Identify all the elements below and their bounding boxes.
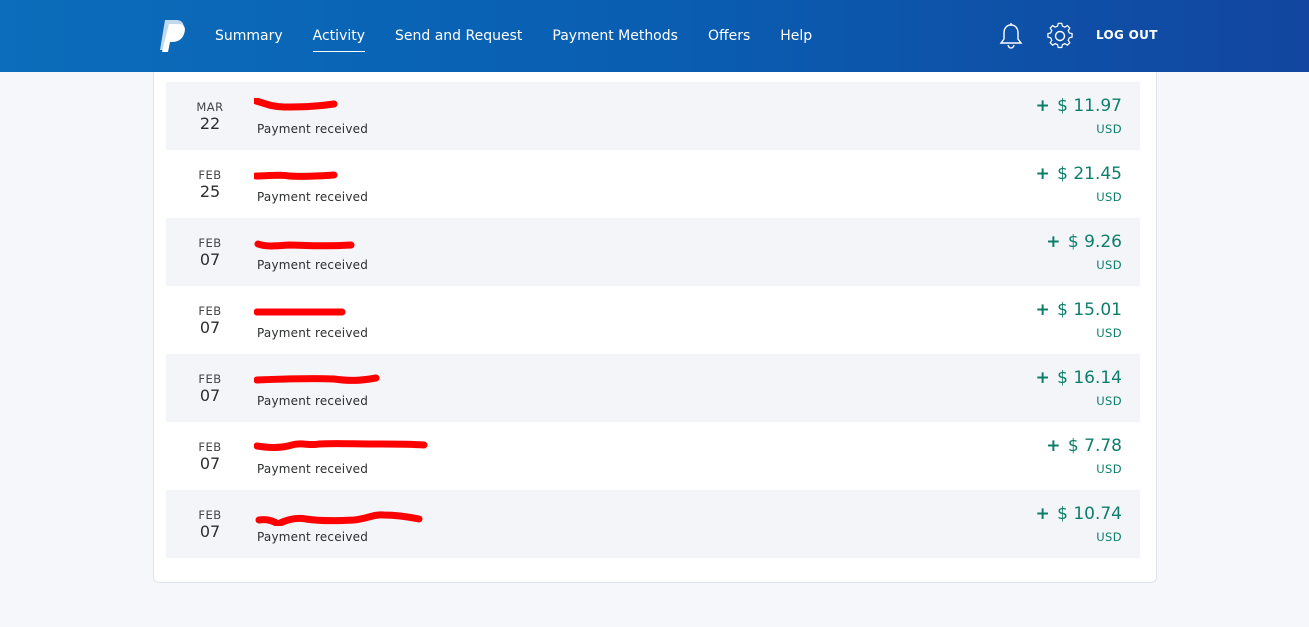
transaction-description: Payment received: [257, 394, 369, 408]
transaction-row[interactable]: FEB 07 Payment received + $ 9.26 USD: [166, 218, 1140, 286]
amount-sign: +: [1046, 232, 1061, 252]
transaction-description: Payment received: [257, 462, 369, 476]
redacted-name: [254, 506, 454, 526]
amount-sign: +: [1035, 300, 1050, 320]
transaction-currency: USD: [1096, 326, 1122, 340]
transaction-amount: + $ 10.74: [1035, 504, 1122, 524]
redacted-name: [254, 302, 454, 322]
amount-sign: +: [1046, 436, 1061, 456]
transaction-description: Payment received: [257, 326, 369, 340]
amount-value: $ 16.14: [1057, 368, 1122, 388]
amount-sign: +: [1035, 96, 1050, 116]
paypal-logo[interactable]: [158, 18, 188, 52]
transaction-description: Payment received: [257, 530, 369, 544]
redaction-mark: [254, 308, 346, 316]
transaction-description: Payment received: [257, 258, 369, 272]
amount-value: $ 15.01: [1057, 300, 1122, 320]
nav-send-and-request[interactable]: Send and Request: [395, 26, 522, 46]
nav-help[interactable]: Help: [780, 26, 812, 46]
transaction-list: MAR 22 Payment received + $ 11.97 USD FE…: [166, 82, 1140, 558]
transaction-month: FEB: [198, 236, 222, 250]
transaction-day: 07: [199, 454, 221, 473]
redaction-mark: [254, 374, 380, 384]
transaction-row[interactable]: FEB 07 Payment received + $ 7.78 USD: [166, 422, 1140, 490]
transaction-month: FEB: [198, 168, 222, 182]
transaction-day: 07: [199, 522, 221, 541]
transaction-row[interactable]: MAR 22 Payment received + $ 11.97 USD: [166, 82, 1140, 150]
transaction-amount: + $ 7.78: [1046, 436, 1122, 456]
transaction-description: Payment received: [257, 122, 369, 136]
redaction-mark: [254, 171, 338, 180]
activity-card: MAR 22 Payment received + $ 11.97 USD FE…: [153, 72, 1157, 583]
transaction-month: FEB: [198, 508, 222, 522]
transaction-day: 07: [199, 318, 221, 337]
redacted-name: [254, 98, 454, 118]
transaction-month: FEB: [198, 304, 222, 318]
transaction-row[interactable]: FEB 07 Payment received + $ 16.14 USD: [166, 354, 1140, 422]
top-header: Summary Activity Send and Request Paymen…: [0, 0, 1309, 72]
transaction-currency: USD: [1096, 530, 1122, 544]
amount-value: $ 9.26: [1067, 232, 1122, 252]
transaction-day: 22: [199, 114, 221, 133]
nav-offers[interactable]: Offers: [708, 26, 750, 46]
bell-icon[interactable]: [998, 22, 1024, 49]
main-nav: Summary Activity Send and Request Paymen…: [215, 0, 842, 72]
transaction-currency: USD: [1096, 190, 1122, 204]
transaction-description: Payment received: [257, 190, 369, 204]
transaction-currency: USD: [1096, 258, 1122, 272]
transaction-amount: + $ 16.14: [1035, 368, 1122, 388]
transaction-day: 07: [199, 386, 221, 405]
amount-sign: +: [1035, 164, 1050, 184]
transaction-currency: USD: [1096, 394, 1122, 408]
transaction-month: MAR: [196, 100, 224, 114]
redacted-name: [254, 370, 454, 390]
redaction-mark: [254, 240, 355, 250]
redacted-name: [254, 166, 454, 186]
logout-link[interactable]: LOG OUT: [1096, 28, 1158, 42]
transaction-day: 25: [199, 182, 221, 201]
redaction-mark: [254, 440, 428, 451]
transaction-month: FEB: [198, 372, 222, 386]
amount-value: $ 7.78: [1067, 436, 1122, 456]
nav-activity[interactable]: Activity: [312, 26, 366, 52]
transaction-currency: USD: [1096, 462, 1122, 476]
amount-value: $ 21.45: [1057, 164, 1122, 184]
transaction-amount: + $ 11.97: [1035, 96, 1122, 116]
transaction-month: FEB: [198, 440, 222, 454]
transaction-amount: + $ 9.26: [1046, 232, 1122, 252]
redaction-mark: [255, 511, 423, 526]
transaction-row[interactable]: FEB 25 Payment received + $ 21.45 USD: [166, 150, 1140, 218]
redacted-name: [254, 438, 454, 458]
redaction-mark: [254, 98, 338, 111]
transaction-row[interactable]: FEB 07 Payment received + $ 10.74 USD: [166, 490, 1140, 558]
nav-payment-methods[interactable]: Payment Methods: [552, 26, 678, 46]
amount-value: $ 11.97: [1057, 96, 1122, 116]
transaction-day: 07: [199, 250, 221, 269]
transaction-currency: USD: [1096, 122, 1122, 136]
redacted-name: [254, 234, 454, 254]
gear-icon[interactable]: [1046, 22, 1074, 50]
transaction-amount: + $ 21.45: [1035, 164, 1122, 184]
amount-sign: +: [1035, 368, 1050, 388]
transaction-row[interactable]: FEB 07 Payment received + $ 15.01 USD: [166, 286, 1140, 354]
transaction-amount: + $ 15.01: [1035, 300, 1122, 320]
amount-sign: +: [1035, 504, 1050, 524]
amount-value: $ 10.74: [1057, 504, 1122, 524]
nav-summary[interactable]: Summary: [215, 26, 283, 46]
